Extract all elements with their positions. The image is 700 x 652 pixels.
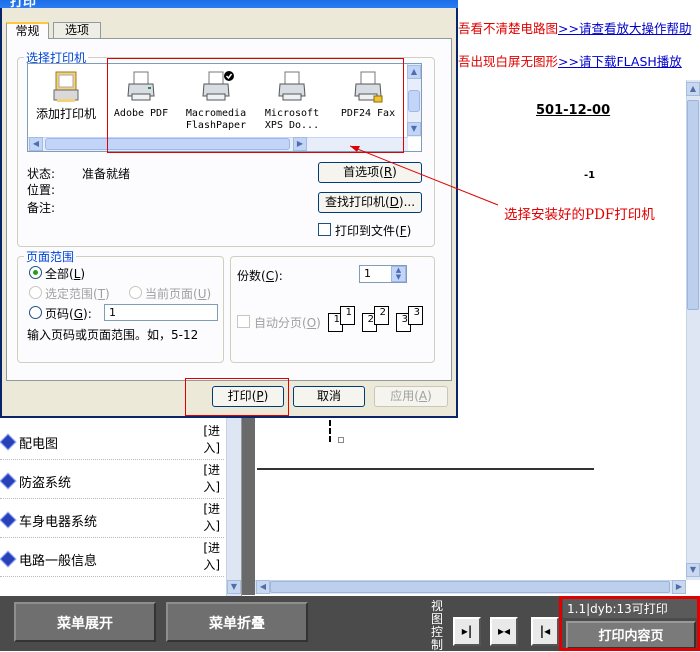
- annotation-arrow-icon: [349, 145, 499, 206]
- tab-general[interactable]: 常规: [6, 22, 49, 39]
- annotation-text: 选择安装好的PDF打印机: [504, 207, 655, 223]
